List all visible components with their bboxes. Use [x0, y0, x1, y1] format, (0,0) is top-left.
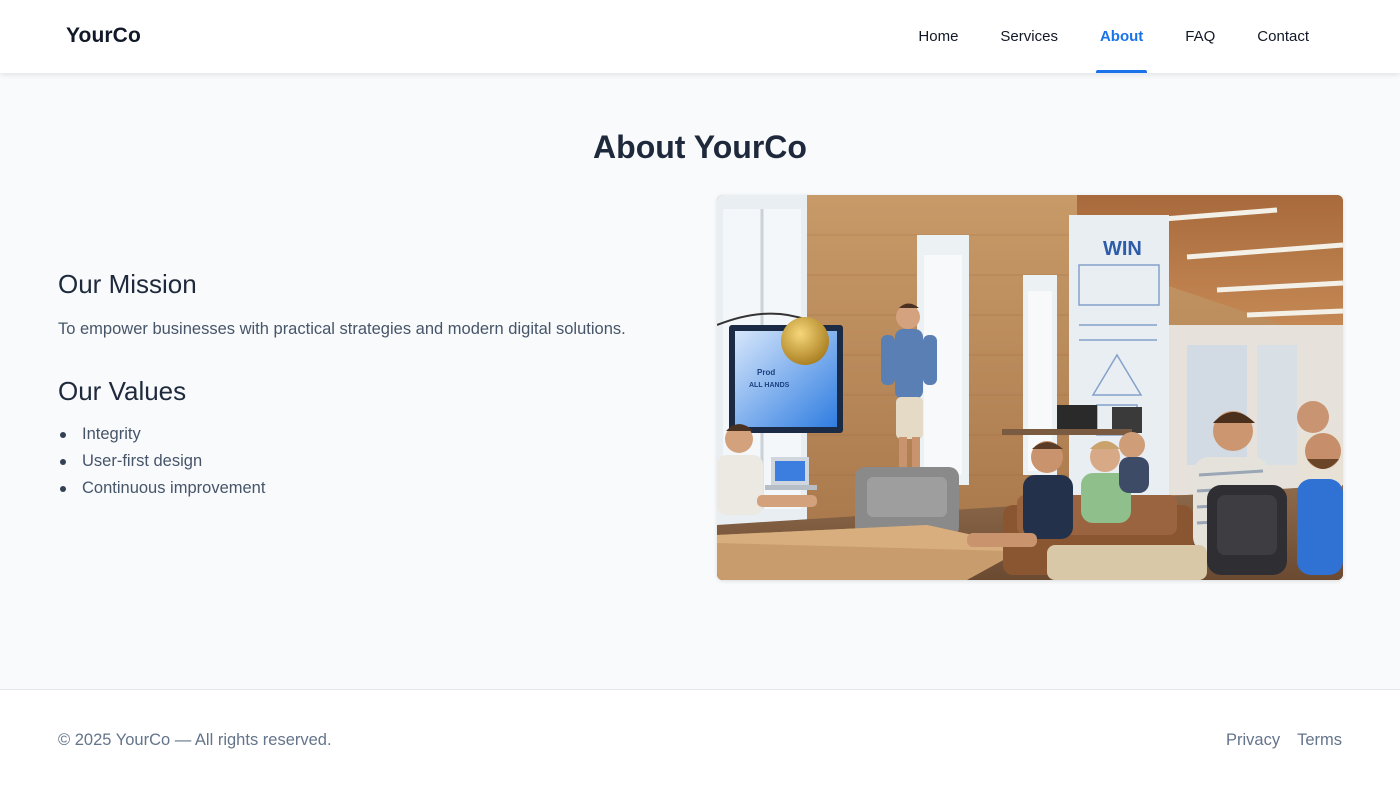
mission-text: To empower businesses with practical str… [58, 320, 626, 338]
values-heading: Our Values [58, 376, 187, 406]
site-footer: © 2025 YourCo — All rights reserved. Pri… [0, 689, 1400, 788]
nav-home[interactable]: Home [897, 0, 979, 73]
values-list: Integrity User-first design Continuous i… [58, 421, 678, 502]
page-title: About YourCo [593, 129, 807, 165]
values-list-item: User-first design [58, 448, 678, 475]
footer-links: Privacy Terms [1226, 731, 1342, 750]
main-content: About YourCo Our Mission To empower busi… [0, 73, 1400, 689]
tv-screen-subtext: ALL HANDS [749, 382, 790, 389]
about-text-column: Our Mission To empower businesses with p… [58, 268, 678, 502]
nav-contact[interactable]: Contact [1236, 0, 1330, 73]
tv-screen-text: Prod [757, 368, 775, 377]
values-list-item: Integrity [58, 421, 678, 448]
footer-link-privacy[interactable]: Privacy [1226, 731, 1280, 750]
nav-services[interactable]: Services [979, 0, 1079, 73]
footer-link-terms[interactable]: Terms [1297, 731, 1342, 750]
brand-logo[interactable]: YourCo [66, 24, 141, 48]
team-meeting-photo: WIN Prod ALL HANDS [717, 195, 1343, 580]
main-nav: Home Services About FAQ Contact [897, 0, 1330, 73]
values-list-item: Continuous improvement [58, 475, 678, 502]
wall-win-text: WIN [1103, 238, 1142, 260]
nav-faq[interactable]: FAQ [1164, 0, 1236, 73]
mission-heading: Our Mission [58, 269, 197, 299]
nav-about[interactable]: About [1079, 0, 1164, 73]
copyright-text: © 2025 YourCo — All rights reserved. [58, 731, 332, 749]
site-header: YourCo Home Services About FAQ Contact [0, 0, 1400, 73]
